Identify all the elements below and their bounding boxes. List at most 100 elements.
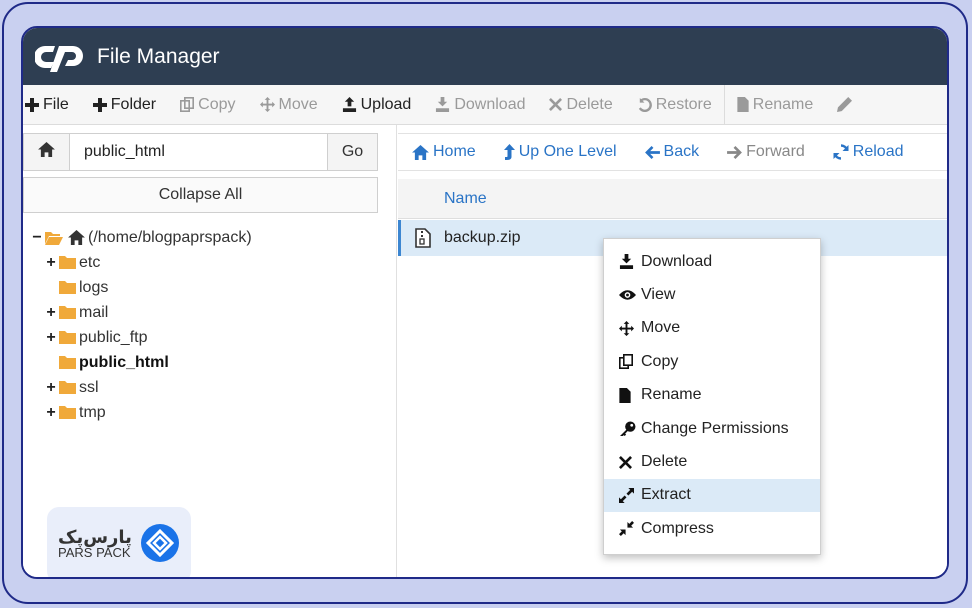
times-icon [549, 98, 563, 111]
menu-item-label: Compress [641, 519, 714, 537]
copy-label: Copy [198, 95, 236, 113]
menu-item-compress[interactable]: Compress [604, 512, 820, 545]
up-one-level-button[interactable]: Up One Level [503, 143, 617, 161]
delete-label: Delete [566, 95, 613, 113]
home-icon [412, 144, 429, 160]
level-up-icon [503, 144, 515, 160]
tree-item-ssl[interactable]: + ssl [31, 375, 252, 400]
menu-item-label: Change Permissions [641, 419, 789, 437]
directory-tree: − (/home/blogpaprspack) + etc logs + mai… [31, 225, 252, 425]
toolbar: File Folder Copy Move Upload Download De… [23, 84, 947, 125]
folder-icon [59, 331, 76, 344]
menu-item-label: Move [641, 319, 681, 337]
forward-button[interactable]: Forward [727, 143, 805, 161]
undo-icon [637, 97, 652, 112]
folder-open-icon [45, 231, 63, 245]
copy-icon [180, 97, 195, 112]
navigation-bar: Home Up One Level Back Forward Reload [398, 133, 947, 171]
folder-icon [59, 381, 76, 394]
menu-item-move[interactable]: Move [604, 312, 820, 345]
parspack-logo: پارس‌پک PARS PACK [47, 507, 191, 577]
menu-item-label: Extract [641, 486, 691, 504]
delete-button[interactable]: Delete [537, 85, 624, 124]
menu-item-download[interactable]: Download [604, 245, 820, 278]
arrow-left-icon [644, 145, 660, 159]
menu-item-copy[interactable]: Copy [604, 345, 820, 378]
path-input[interactable] [70, 134, 327, 170]
collapse-all-button[interactable]: Collapse All [23, 177, 378, 213]
arrow-right-icon [727, 145, 743, 159]
tree-item-etc[interactable]: + etc [31, 250, 252, 275]
tree-root[interactable]: − (/home/blogpaprspack) [31, 225, 252, 250]
plus-icon [92, 97, 107, 112]
go-button[interactable]: Go [327, 134, 377, 170]
path-home-button[interactable] [24, 134, 70, 170]
expand-toggle[interactable]: + [45, 329, 57, 347]
tree-item-label: public_ftp [79, 328, 148, 346]
tree-item-tmp[interactable]: + tmp [31, 400, 252, 425]
folder-icon [59, 256, 76, 269]
tree-item-label: etc [79, 253, 101, 271]
eye-icon [619, 289, 639, 301]
home-icon [38, 142, 55, 162]
parspack-name-en: PARS PACK [58, 545, 131, 560]
download-icon [435, 97, 450, 112]
restore-label: Restore [655, 95, 712, 113]
collapse-toggle[interactable]: − [31, 229, 43, 247]
tree-item-logs[interactable]: logs [31, 275, 252, 300]
directory-tree-pane: Go Collapse All − (/home/blogpaprspack) … [23, 125, 397, 577]
new-file-label: File [43, 95, 69, 113]
rename-button[interactable]: Rename [725, 85, 825, 124]
copy-icon [619, 354, 639, 370]
upload-icon [342, 97, 357, 112]
tree-item-public-ftp[interactable]: + public_ftp [31, 325, 252, 350]
tree-item-public-html[interactable]: public_html [31, 350, 252, 375]
menu-item-rename[interactable]: Rename [604, 379, 820, 412]
expand-toggle[interactable]: + [45, 254, 57, 272]
zip-file-icon [401, 228, 444, 248]
back-label: Back [663, 143, 700, 160]
new-folder-label: Folder [110, 95, 157, 113]
upload-button[interactable]: Upload [330, 85, 424, 124]
menu-item-label: Copy [641, 352, 679, 370]
back-button[interactable]: Back [644, 143, 700, 161]
compress-icon [619, 521, 639, 537]
download-button[interactable]: Download [423, 85, 537, 124]
menu-item-label: Download [641, 252, 713, 270]
tree-item-mail[interactable]: + mail [31, 300, 252, 325]
file-icon [737, 97, 749, 112]
home-icon [68, 230, 85, 245]
expand-toggle[interactable]: + [45, 379, 57, 397]
forward-label: Forward [746, 143, 805, 160]
menu-item-view[interactable]: View [604, 278, 820, 311]
move-button[interactable]: Move [248, 85, 330, 124]
restore-button[interactable]: Restore [625, 85, 724, 124]
menu-item-label: Delete [641, 453, 688, 471]
menu-item-extract[interactable]: Extract [604, 478, 820, 513]
folder-icon [59, 406, 76, 419]
file-name: backup.zip [444, 229, 521, 246]
parspack-logo-icon [140, 523, 180, 568]
home-button[interactable]: Home [412, 143, 476, 161]
reload-label: Reload [852, 143, 904, 160]
expand-toggle[interactable]: + [45, 404, 57, 422]
expand-toggle[interactable]: + [45, 304, 57, 322]
menu-item-delete[interactable]: Delete [604, 445, 820, 478]
file-icon [619, 387, 639, 403]
new-file-button[interactable]: File [23, 85, 81, 124]
refresh-icon [833, 144, 849, 160]
path-bar: Go [23, 133, 378, 171]
tree-root-label: (/home/blogpaprspack) [88, 228, 252, 246]
tree-item-label: logs [79, 278, 109, 296]
menu-item-change-permissions[interactable]: Change Permissions [604, 412, 820, 445]
menu-item-label: Rename [641, 386, 702, 404]
edit-button[interactable] [825, 85, 868, 124]
new-folder-button[interactable]: Folder [81, 85, 168, 124]
column-header-name[interactable]: Name [398, 179, 947, 219]
copy-button[interactable]: Copy [168, 85, 247, 124]
folder-icon [59, 306, 76, 319]
times-icon [619, 455, 639, 469]
tree-item-label: tmp [79, 403, 106, 421]
reload-button[interactable]: Reload [833, 143, 904, 161]
home-label: Home [433, 143, 476, 160]
